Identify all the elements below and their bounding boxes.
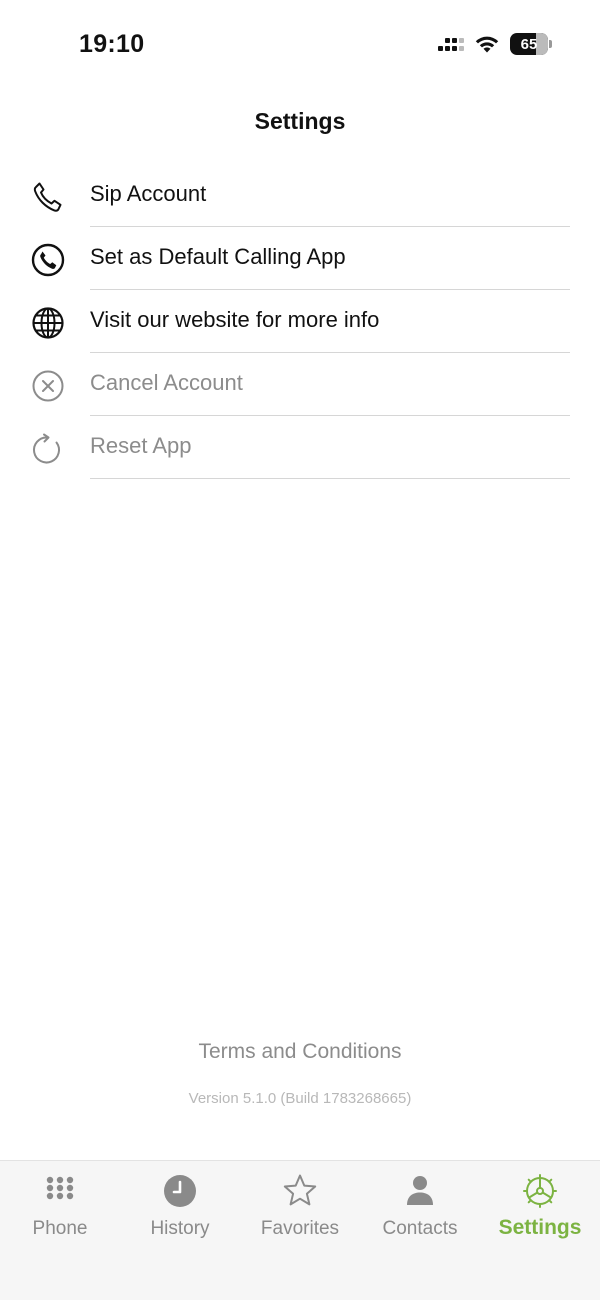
cancel-circle-icon [32, 370, 64, 402]
reset-icon [33, 433, 60, 464]
tab-label: Settings [498, 1216, 582, 1239]
person-icon [407, 1176, 433, 1205]
tab-settings[interactable]: Settings [480, 1161, 600, 1261]
star-icon [283, 1174, 317, 1206]
tab-contacts[interactable]: Contacts [360, 1161, 480, 1261]
status-icons: 65 [438, 33, 552, 55]
cellular-signal-icon [438, 37, 464, 51]
tab-phone[interactable]: Phone [0, 1161, 120, 1261]
battery-level: 65 [520, 35, 538, 53]
phone-circle-icon [31, 243, 65, 277]
tab-label: Phone [32, 1218, 88, 1239]
tab-history[interactable]: History [120, 1161, 240, 1261]
settings-item-label: Set as Default Calling App [90, 244, 346, 269]
divider [90, 478, 570, 479]
clock-icon [164, 1175, 196, 1207]
settings-item-label: Visit our website for more info [90, 307, 380, 332]
settings-item-default-calling-app[interactable]: Set as Default Calling App [0, 227, 600, 290]
settings-item-cancel-account[interactable]: Cancel Account [0, 353, 600, 416]
wifi-icon [475, 36, 499, 53]
gear-icon [523, 1174, 557, 1208]
settings-item-website[interactable]: Visit our website for more info [0, 290, 600, 353]
phone-icon [33, 182, 62, 212]
status-bar: 19:10 65 [0, 0, 600, 90]
version-text: Version 5.1.0 (Build 1783268665) [188, 1090, 412, 1107]
tab-label: History [150, 1218, 210, 1239]
battery-icon: 65 [510, 33, 552, 55]
settings-item-sip-account[interactable]: Sip Account [0, 164, 600, 227]
tab-label: Contacts [382, 1218, 458, 1239]
settings-item-label: Reset App [90, 433, 192, 458]
tab-favorites[interactable]: Favorites [240, 1161, 360, 1261]
settings-item-label: Cancel Account [90, 370, 243, 395]
settings-list: Sip Account Set as Default Calling App V… [0, 164, 600, 479]
status-time: 19:10 [79, 30, 145, 58]
settings-item-reset-app[interactable]: Reset App [0, 416, 600, 479]
terms-and-conditions-link[interactable]: Terms and Conditions [0, 1040, 600, 1064]
tab-bar: Phone History Favorites Contacts Setting… [0, 1160, 600, 1300]
page-title: Settings [254, 108, 346, 134]
tab-label: Favorites [260, 1218, 340, 1239]
settings-item-label: Sip Account [90, 181, 207, 206]
globe-icon [32, 307, 64, 339]
keypad-icon [46, 1176, 74, 1200]
